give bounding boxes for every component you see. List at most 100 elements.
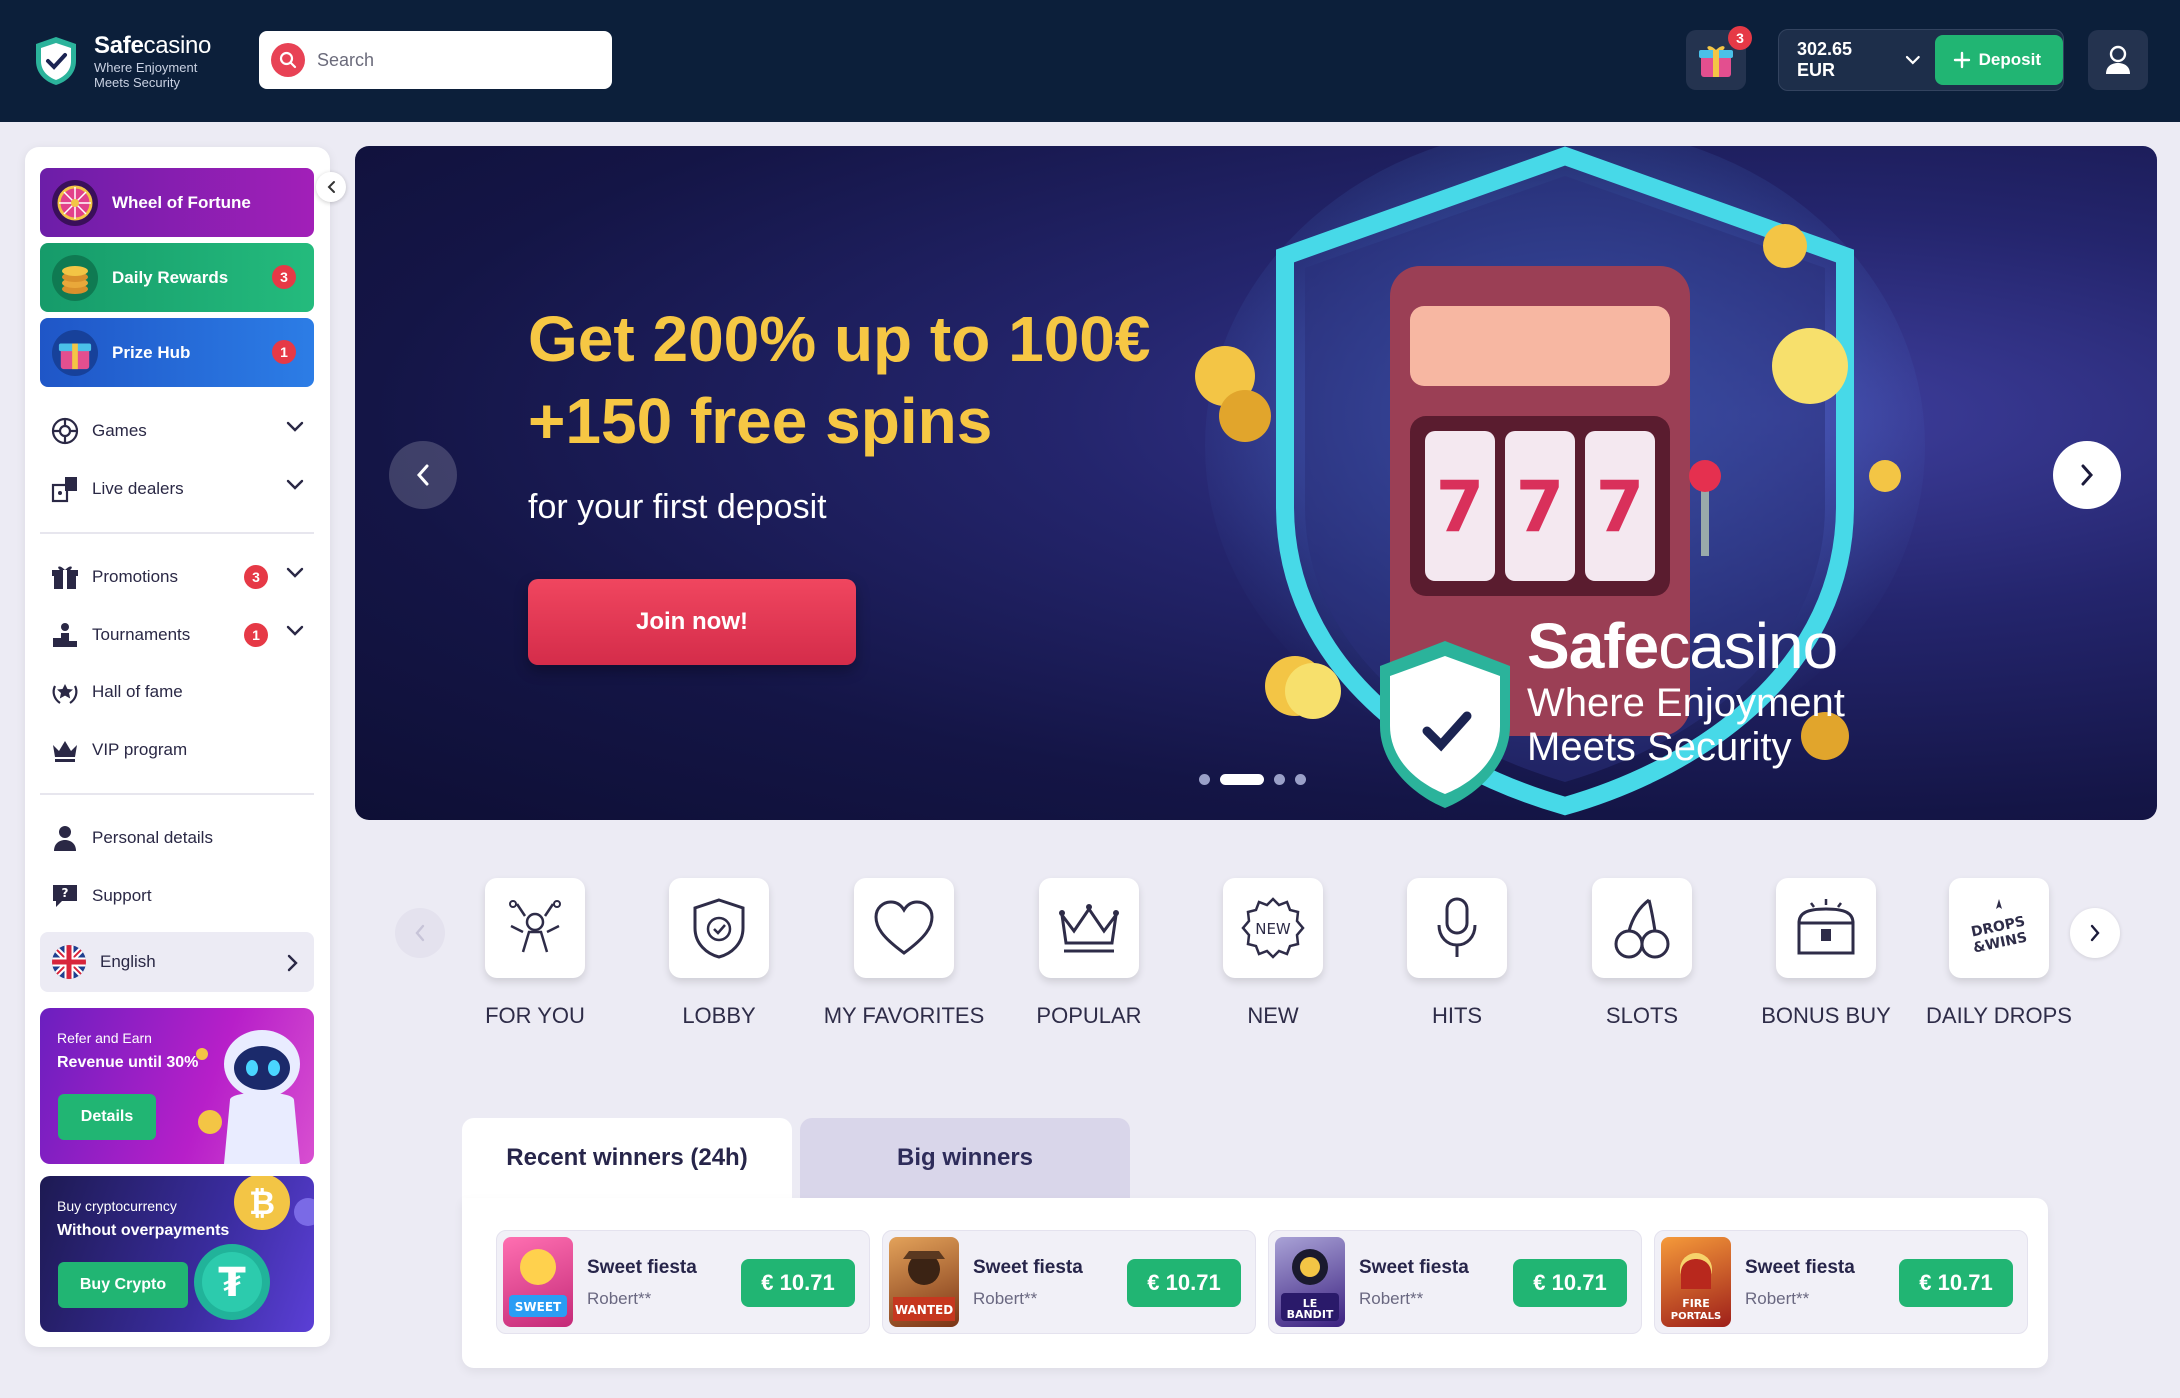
category-next-button[interactable] bbox=[2070, 908, 2120, 958]
category-popular[interactable]: POPULAR bbox=[991, 878, 1161, 1038]
sidebar-item-vip-program[interactable]: VIP program bbox=[50, 730, 310, 770]
chevron-left-icon bbox=[327, 181, 335, 193]
search-box[interactable] bbox=[259, 31, 612, 89]
hero-banner[interactable]: 7 7 7 Get 200% up to 100€ +150 free spin… bbox=[355, 146, 2157, 820]
join-now-button[interactable]: Join now! bbox=[528, 579, 856, 665]
user-icon bbox=[2106, 45, 2130, 74]
sidebar-item-personal-details[interactable]: Personal details bbox=[50, 818, 310, 858]
details-button[interactable]: Details bbox=[58, 1094, 156, 1140]
buy-crypto-button[interactable]: Buy Crypto bbox=[58, 1262, 188, 1308]
sidebar-item-hall-of-fame[interactable]: Hall of fame bbox=[50, 672, 310, 712]
robot-mascot-icon bbox=[196, 1030, 300, 1164]
heart-icon bbox=[874, 900, 934, 955]
language-label: English bbox=[100, 952, 156, 971]
category-for-you[interactable]: FOR YOU bbox=[437, 878, 607, 1038]
language-selector[interactable]: English bbox=[40, 932, 314, 992]
winner-card[interactable]: WANTED Sweet fiesta Robert** € 10.71 bbox=[882, 1230, 1256, 1334]
game-thumbnail[interactable]: LE BANDIT bbox=[1275, 1237, 1345, 1327]
logo-name: Safecasino bbox=[94, 32, 212, 59]
logo[interactable]: Safecasino Where Enjoyment Meets Securit… bbox=[32, 32, 214, 90]
game-thumbnail[interactable]: WANTED bbox=[889, 1237, 959, 1327]
svg-text:SWEET: SWEET bbox=[515, 1300, 562, 1314]
ad-small-text: Refer and Earn bbox=[57, 1030, 152, 1046]
winners-panel: SWEET Sweet fiesta Robert** € 10.71 WANT… bbox=[462, 1198, 2048, 1368]
winner-amount: € 10.71 bbox=[741, 1259, 855, 1307]
tile-label: Daily Rewards bbox=[112, 267, 229, 287]
daily-rewards-tile[interactable]: Daily Rewards 3 bbox=[40, 243, 314, 312]
category-hits[interactable]: HITS bbox=[1359, 878, 1529, 1038]
wheel-of-fortune-tile[interactable]: Wheel of Fortune bbox=[40, 168, 314, 237]
gift-icon bbox=[50, 562, 80, 592]
chevron-down-icon[interactable] bbox=[286, 421, 304, 433]
sidebar-item-games[interactable]: Games bbox=[50, 411, 310, 451]
daily-rewards-badge: 3 bbox=[272, 265, 296, 289]
chevron-down-icon[interactable] bbox=[1905, 55, 1921, 65]
microphone-icon bbox=[1437, 897, 1477, 957]
balance-amount[interactable]: 302.65 EUR bbox=[1797, 39, 1893, 81]
sidebar-collapse-button[interactable] bbox=[316, 172, 346, 202]
gift-button[interactable]: 3 bbox=[1686, 26, 1752, 90]
carousel-dot-active[interactable] bbox=[1220, 774, 1264, 785]
carousel-dot[interactable] bbox=[1274, 774, 1285, 785]
chevron-down-icon[interactable] bbox=[286, 625, 304, 637]
winner-amount: € 10.71 bbox=[1513, 1259, 1627, 1307]
category-slots[interactable]: SLOTS bbox=[1544, 878, 1714, 1038]
carousel-dot[interactable] bbox=[1295, 774, 1306, 785]
winner-amount: € 10.71 bbox=[1127, 1259, 1241, 1307]
category-row: FOR YOU LOBBY MY FAVORITES POPULAR NEW N… bbox=[395, 878, 2120, 1038]
winner-card[interactable]: LE BANDIT Sweet fiesta Robert** € 10.71 bbox=[1268, 1230, 1642, 1334]
chevron-down-icon[interactable] bbox=[286, 479, 304, 491]
search-icon[interactable] bbox=[271, 43, 305, 77]
winner-card[interactable]: SWEET Sweet fiesta Robert** € 10.71 bbox=[496, 1230, 870, 1334]
crown-icon bbox=[1059, 904, 1119, 953]
winner-username: Robert** bbox=[973, 1289, 1038, 1308]
winner-username: Robert** bbox=[1359, 1289, 1424, 1308]
tournaments-badge: 1 bbox=[244, 623, 268, 647]
tab-big-winners[interactable]: Big winners bbox=[800, 1118, 1130, 1198]
crypto-coins-icon: ₿ ₮ bbox=[194, 1176, 314, 1320]
hero-prev-button[interactable] bbox=[389, 441, 457, 509]
balance-box[interactable]: 302.65 EUR Deposit bbox=[1778, 29, 2064, 91]
for-you-icon bbox=[509, 900, 561, 953]
gift-box-icon bbox=[52, 329, 98, 376]
category-my-favorites[interactable]: MY FAVORITES bbox=[806, 878, 984, 1038]
podium-icon bbox=[50, 620, 80, 650]
gift-badge: 3 bbox=[1728, 26, 1752, 50]
category-bonus-buy[interactable]: BONUS BUY bbox=[1728, 878, 1898, 1038]
svg-text:NEW: NEW bbox=[1255, 920, 1291, 938]
refer-and-earn-card[interactable]: Refer and Earn Revenue until 30% Details bbox=[40, 1008, 314, 1164]
games-icon bbox=[50, 416, 80, 446]
svg-text:7: 7 bbox=[1596, 466, 1645, 548]
game-thumbnail[interactable]: FIRE PORTALS bbox=[1661, 1237, 1731, 1327]
winner-username: Robert** bbox=[587, 1289, 652, 1308]
winner-card[interactable]: FIRE PORTALS Sweet fiesta Robert** € 10.7… bbox=[1654, 1230, 2028, 1334]
game-thumbnail[interactable]: SWEET bbox=[503, 1237, 573, 1327]
sidebar-item-support[interactable]: ? Support bbox=[50, 876, 310, 916]
svg-text:₮: ₮ bbox=[218, 1260, 246, 1306]
tab-recent-winners[interactable]: Recent winners (24h) bbox=[462, 1118, 792, 1198]
category-daily-drops[interactable]: DROPS &WINS DAILY DROPS bbox=[1901, 878, 2072, 1038]
deposit-button[interactable]: Deposit bbox=[1934, 35, 2063, 85]
winner-username: Robert** bbox=[1745, 1289, 1810, 1308]
fire-portals-art-icon: FIREPORTALS bbox=[1671, 1253, 1721, 1322]
user-profile-button[interactable] bbox=[2088, 30, 2148, 90]
sidebar-item-promotions[interactable]: Promotions 3 bbox=[50, 557, 310, 597]
tile-label: Prize Hub bbox=[112, 342, 191, 362]
sidebar-divider bbox=[40, 532, 314, 534]
search-input[interactable] bbox=[317, 49, 597, 71]
sidebar-item-tournaments[interactable]: Tournaments 1 bbox=[50, 615, 310, 655]
hero-next-button[interactable] bbox=[2053, 441, 2121, 509]
uk-flag-icon bbox=[52, 945, 86, 979]
sidebar-item-live-dealers[interactable]: Live dealers bbox=[50, 469, 310, 509]
crown-icon bbox=[50, 735, 80, 765]
hero-brand: Safecasino Where Enjoyment Meets Securit… bbox=[1527, 611, 1947, 769]
category-lobby[interactable]: LOBBY bbox=[621, 878, 791, 1038]
buy-crypto-card[interactable]: Buy cryptocurrency Without overpayments … bbox=[40, 1176, 314, 1332]
chevron-down-icon[interactable] bbox=[286, 567, 304, 579]
svg-text:FIRE: FIRE bbox=[1682, 1297, 1710, 1310]
prize-hub-tile[interactable]: Prize Hub 1 bbox=[40, 318, 314, 387]
category-new[interactable]: NEW NEW bbox=[1175, 878, 1345, 1038]
svg-text:₿: ₿ bbox=[249, 1184, 275, 1222]
carousel-dot[interactable] bbox=[1199, 774, 1210, 785]
logo-tagline: Where Enjoyment Meets Security bbox=[94, 60, 198, 90]
